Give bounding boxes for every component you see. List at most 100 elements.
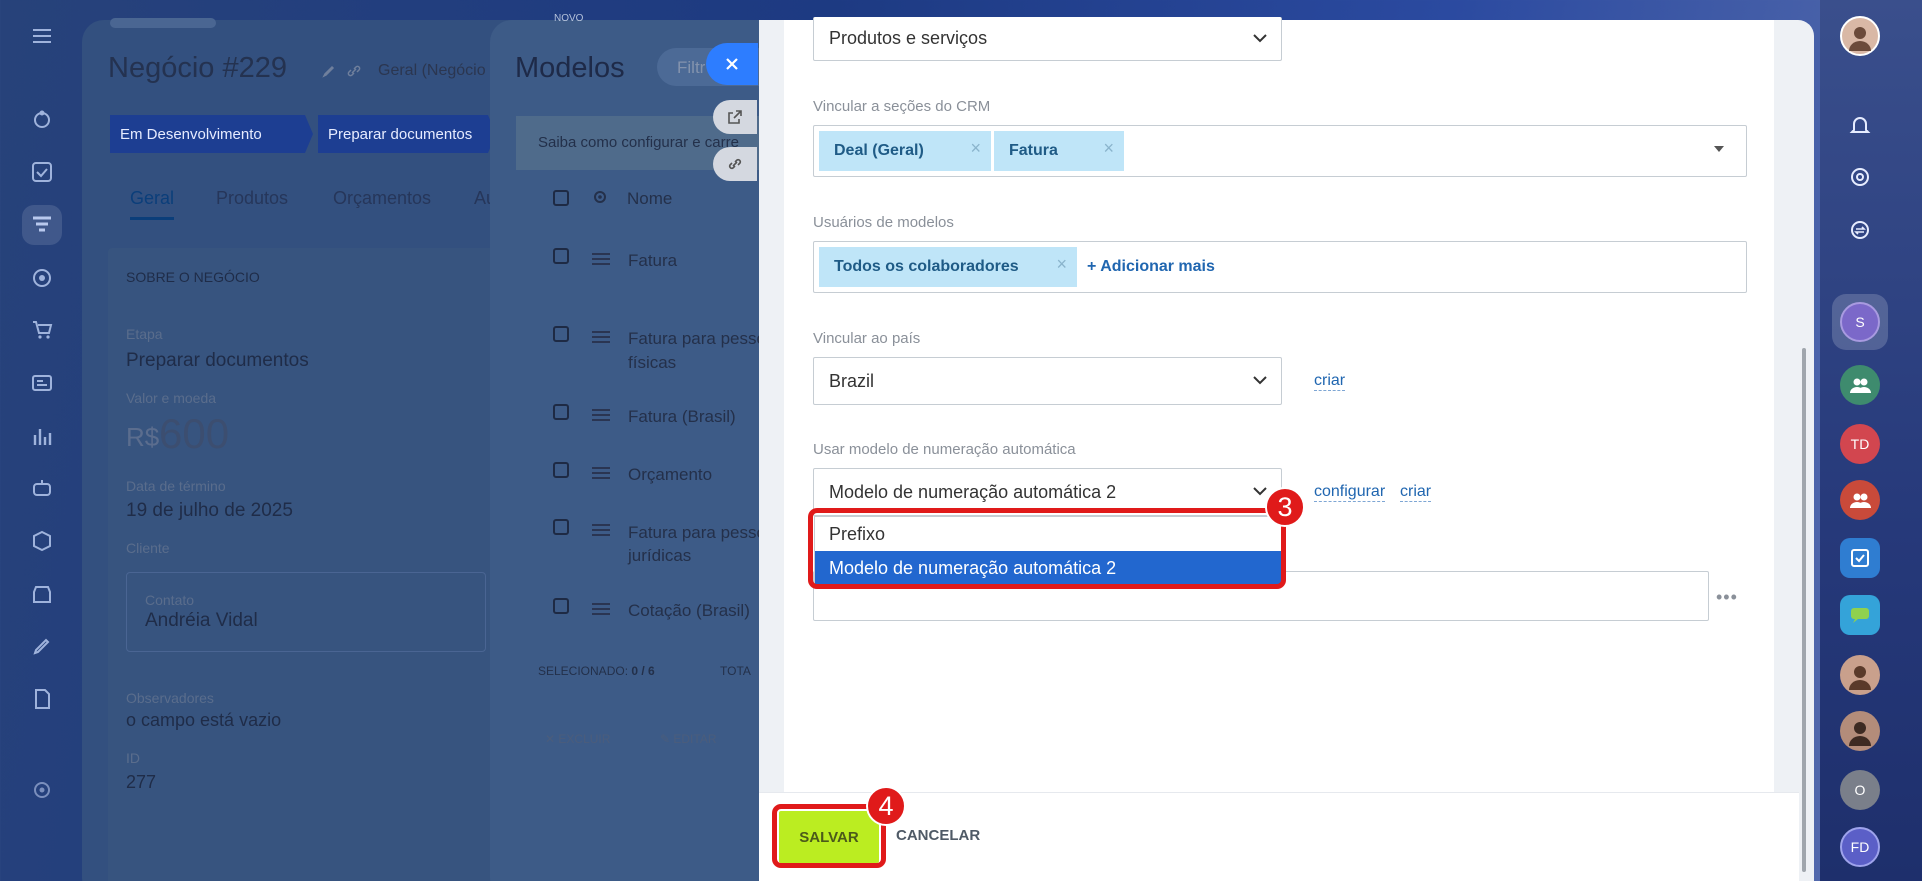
gear-icon[interactable] <box>591 188 609 206</box>
section-title: SOBRE O NEGÓCIO <box>126 269 260 285</box>
total-summary: TOTA <box>720 664 751 678</box>
highlight-dropdown <box>808 508 1286 589</box>
crm-icon[interactable] <box>22 205 62 245</box>
model-row-fatura-brasil[interactable]: Fatura (Brasil) <box>628 407 736 427</box>
avatar-o[interactable]: O <box>1840 770 1880 810</box>
tab-produtos[interactable]: Produtos <box>216 188 288 209</box>
avatar-fd[interactable]: FD <box>1840 827 1880 867</box>
observers-value: o campo está vazio <box>126 710 282 730</box>
catalog-icon[interactable] <box>22 521 62 561</box>
model-row-fatura-juridica[interactable]: Fatura para pesso <box>628 523 766 543</box>
client-label: Cliente <box>126 540 170 556</box>
select-all-checkbox[interactable] <box>553 190 569 206</box>
settings-icon[interactable] <box>22 770 62 810</box>
crm-tag-fatura[interactable]: Fatura × <box>994 131 1124 171</box>
model-row-fatura-pessoa[interactable]: Fatura para pesso <box>628 329 766 349</box>
tasks-chat-icon[interactable] <box>1840 538 1880 578</box>
delete-button[interactable]: ✕ EXCLUIR <box>545 732 610 746</box>
column-name-header[interactable]: Nome <box>627 189 672 209</box>
date-label: Data de término <box>126 478 226 494</box>
step-badge-3: 3 <box>1265 487 1305 527</box>
models-title: Modelos <box>515 52 625 84</box>
tasks-icon[interactable] <box>22 152 62 192</box>
sync-icon[interactable] <box>1840 210 1880 250</box>
model-row-orcamento[interactable]: Orçamento <box>628 465 712 485</box>
currency: R$ <box>126 422 160 452</box>
entity-select[interactable]: Produtos e serviços <box>813 17 1282 61</box>
numbering-configure-link[interactable]: configurar <box>1314 483 1386 502</box>
edit-icon[interactable] <box>322 64 336 78</box>
notifications-icon[interactable] <box>1840 105 1880 145</box>
step-badge-4: 4 <box>866 786 906 826</box>
avatar-s[interactable]: S <box>1840 302 1880 342</box>
store-icon[interactable] <box>22 574 62 614</box>
contact-center-icon[interactable] <box>22 363 62 403</box>
avatar-td[interactable]: TD <box>1840 424 1880 464</box>
close-slider-button[interactable] <box>706 43 758 85</box>
more-icon[interactable]: ••• <box>1716 587 1738 608</box>
link-icon[interactable] <box>346 64 362 78</box>
tab-geral[interactable]: Geral <box>130 188 175 220</box>
edit-button[interactable]: ✎ EDITAR <box>660 732 717 746</box>
link-icon <box>728 158 742 170</box>
analytics-icon[interactable] <box>22 416 62 456</box>
open-new-window-button[interactable] <box>713 100 757 134</box>
row-checkbox[interactable] <box>553 519 569 535</box>
row-checkbox[interactable] <box>553 326 569 342</box>
crm-tag-deal[interactable]: Deal (Geral) × <box>819 131 991 171</box>
cancel-button[interactable]: CANCELAR <box>896 827 980 844</box>
drag-handle-icon[interactable] <box>592 250 610 268</box>
model-row-fatura-juridica-line2: jurídicas <box>628 546 692 565</box>
date-value: 19 de julho de 2025 <box>126 500 293 521</box>
cart-icon[interactable] <box>22 310 62 350</box>
scrollbar[interactable] <box>1802 348 1806 872</box>
numbering-create-link[interactable]: criar <box>1400 483 1432 502</box>
automation-icon[interactable] <box>22 468 62 508</box>
group-chat-icon[interactable] <box>1840 365 1880 405</box>
user-avatar[interactable] <box>1840 16 1880 56</box>
chevron-down-icon <box>1253 376 1267 385</box>
row-checkbox[interactable] <box>553 462 569 478</box>
contact-value[interactable]: Andréia Vidal <box>145 610 258 632</box>
close-icon <box>726 58 738 70</box>
drag-handle-icon[interactable] <box>592 600 610 618</box>
model-row-fatura-pessoa-line2: físicas <box>628 353 677 372</box>
model-row-cotacao-brasil[interactable]: Cotação (Brasil) <box>628 601 750 621</box>
country-select[interactable]: Brazil <box>813 357 1282 405</box>
user-avatar[interactable] <box>1840 711 1880 751</box>
row-checkbox[interactable] <box>553 598 569 614</box>
drag-handle-icon[interactable] <box>592 464 610 482</box>
group-chat-icon[interactable] <box>1840 480 1880 520</box>
stage-em-desenvolvimento[interactable]: Em Desenvolvimento <box>110 115 313 153</box>
menu-icon[interactable] <box>22 16 62 56</box>
tab-orcamentos[interactable]: Orçamentos <box>333 188 431 209</box>
country-create-link[interactable]: criar <box>1314 372 1346 391</box>
copilot-icon[interactable] <box>1840 157 1880 197</box>
drag-handle-icon[interactable] <box>592 328 610 346</box>
drag-handle-icon[interactable] <box>592 521 610 539</box>
model-row-fatura[interactable]: Fatura <box>628 251 677 271</box>
users-tag-all[interactable]: Todos os colaboradores × <box>819 247 1077 287</box>
left-navigation-rail <box>0 0 84 881</box>
external-link-icon <box>728 110 742 124</box>
drag-handle-icon[interactable] <box>592 406 610 424</box>
feed-icon[interactable] <box>22 100 62 140</box>
amount-value: 600 <box>159 410 230 457</box>
documents-icon[interactable] <box>22 679 62 719</box>
deal-title: Negócio #229 <box>108 52 287 84</box>
stage-preparar-documentos[interactable]: Preparar documentos <box>318 115 496 153</box>
sign-icon[interactable] <box>22 626 62 666</box>
goals-icon[interactable] <box>22 258 62 298</box>
user-avatar[interactable] <box>1840 655 1880 695</box>
copy-link-button[interactable] <box>713 147 757 181</box>
crm-sections-label: Vincular a seções do CRM <box>813 98 991 115</box>
deal-tab-handle <box>110 18 216 28</box>
row-checkbox[interactable] <box>553 404 569 420</box>
add-more-link[interactable]: + Adicionar mais <box>1087 258 1215 276</box>
caret-down-icon <box>1714 146 1724 152</box>
general-chat-icon[interactable] <box>1840 595 1880 635</box>
id-value: 277 <box>126 772 157 792</box>
row-checkbox[interactable] <box>553 248 569 264</box>
deal-pipeline: Geral (Negócio <box>378 62 486 79</box>
stage-label: Etapa <box>126 326 163 342</box>
